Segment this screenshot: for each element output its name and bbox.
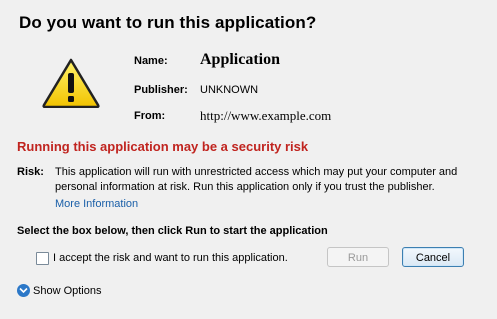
cancel-button[interactable]: Cancel xyxy=(402,247,464,267)
from-label: From: xyxy=(134,110,166,122)
show-options-label: Show Options xyxy=(33,285,102,297)
accept-instruction: Select the box below, then click Run to … xyxy=(17,225,328,237)
security-risk-heading: Running this application may be a securi… xyxy=(17,139,309,154)
more-information-link[interactable]: More Information xyxy=(55,198,138,210)
name-label: Name: xyxy=(134,55,168,67)
show-options-toggle[interactable]: Show Options xyxy=(17,284,101,297)
accept-risk-checkbox[interactable] xyxy=(36,252,49,265)
publisher-value: UNKNOWN xyxy=(200,84,259,96)
publisher-label: Publisher: xyxy=(134,84,188,96)
from-url: http://www.example.com xyxy=(200,108,332,123)
application-name: Application xyxy=(200,51,281,68)
risk-description: This application will run with unrestric… xyxy=(55,166,458,193)
run-button[interactable]: Run xyxy=(327,247,389,267)
accept-risk-label[interactable]: I accept the risk and want to run this a… xyxy=(53,252,288,264)
security-warning-dialog: Do you want to run this application? Nam… xyxy=(0,0,497,319)
risk-label: Risk: xyxy=(17,166,44,178)
chevron-down-icon xyxy=(17,284,30,297)
warning-triangle-icon xyxy=(42,58,100,108)
dialog-title: Do you want to run this application? xyxy=(19,13,317,32)
